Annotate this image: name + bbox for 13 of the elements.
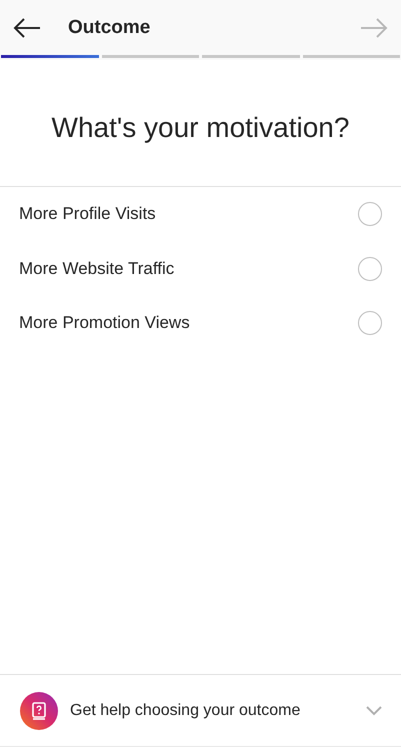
back-arrow-icon (13, 18, 41, 38)
option-label[interactable]: More Website Traffic (19, 258, 174, 279)
radio-button[interactable] (358, 202, 382, 226)
radio-button[interactable] (358, 311, 382, 336)
screen-title: Outcome (68, 16, 152, 38)
radio-button[interactable] (358, 256, 382, 281)
chevron-icon[interactable] (366, 706, 382, 716)
help-book-icon (20, 692, 58, 730)
option-label[interactable]: More Profile Visits (19, 204, 156, 224)
help-text[interactable]: Get help choosing your outcome (70, 702, 366, 720)
question-heading: What's your motivation? (50, 111, 350, 145)
option-label[interactable]: More Promotion Views (19, 313, 190, 334)
forward-arrow-icon (360, 18, 388, 38)
